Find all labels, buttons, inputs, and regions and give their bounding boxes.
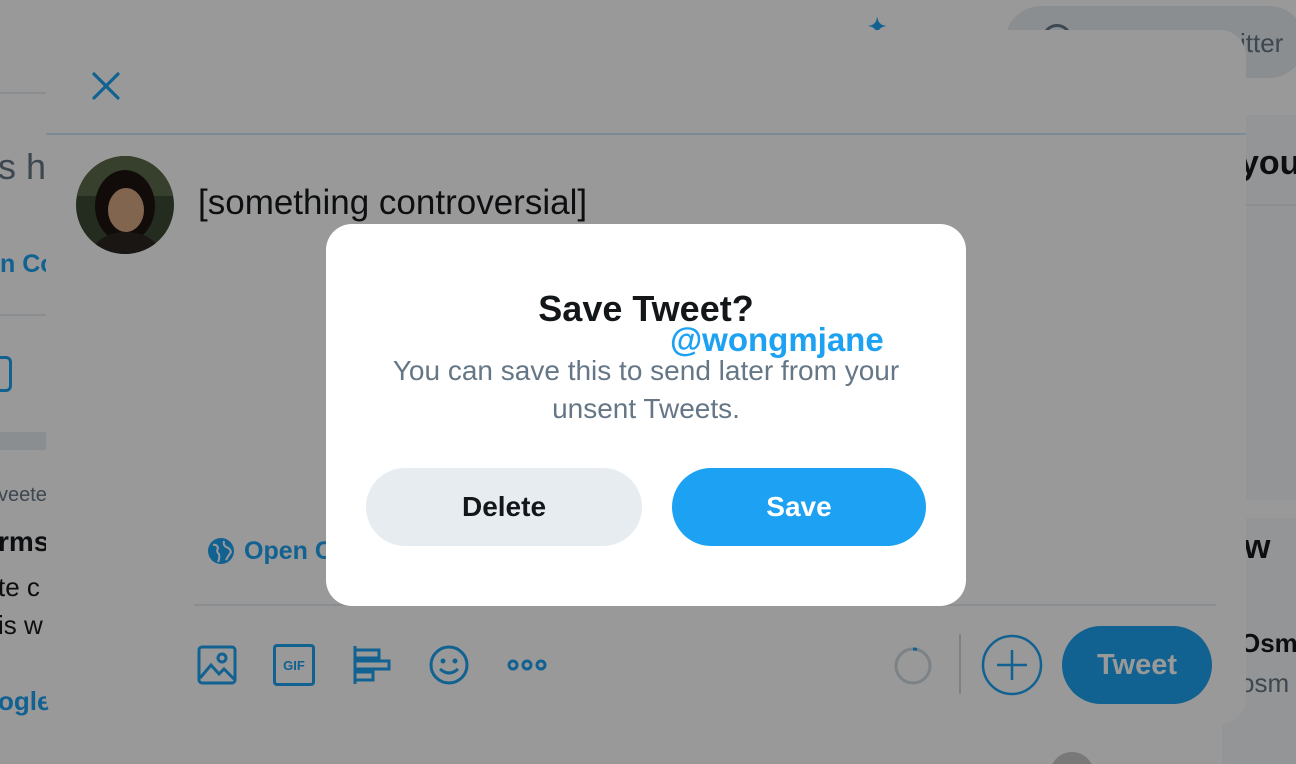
search-placeholder: itter [1240,28,1284,58]
delete-button[interactable]: Delete [366,468,642,546]
emoji-icon[interactable] [428,644,470,686]
dialog-message: You can save this to send later from you… [392,355,900,424]
bg-retweeted: veete [0,484,47,506]
bg-user-name: Osm [1240,628,1296,658]
tweet-button[interactable]: Tweet [1062,626,1212,704]
reply-settings-button[interactable]: Open C [206,536,333,566]
toolbar-separator [959,634,961,694]
bg-user-handle: osm [1240,668,1290,698]
header-divider [46,133,1246,135]
bg-tweet-line: is w [0,610,43,640]
save-button[interactable]: Save [672,468,926,546]
save-tweet-dialog: Save Tweet? @wongmjane You can save this… [326,224,966,606]
gif-icon[interactable]: GIF [273,644,315,686]
gif-icon[interactable] [0,356,12,392]
close-icon[interactable] [86,66,126,106]
add-tweet-icon[interactable] [981,634,1043,696]
character-count-progress [894,647,932,685]
bg-follow-heading: w [1244,528,1271,566]
avatar[interactable] [1050,752,1094,764]
avatar[interactable] [76,156,174,254]
image-icon[interactable] [196,644,238,686]
gif-icon-label: GIF [283,657,305,673]
reply-settings-label: Open C [244,536,333,565]
globe-icon [208,538,234,564]
bg-tweet-line: te c [0,572,40,602]
bg-author: rms [0,526,50,557]
poll-icon[interactable] [351,644,393,686]
bg-link-card[interactable]: ogle [0,686,51,717]
bg-panel-heading: you [1240,144,1296,182]
tweet-text-input[interactable]: [something controversial] [198,183,587,223]
more-icon[interactable] [506,644,548,686]
